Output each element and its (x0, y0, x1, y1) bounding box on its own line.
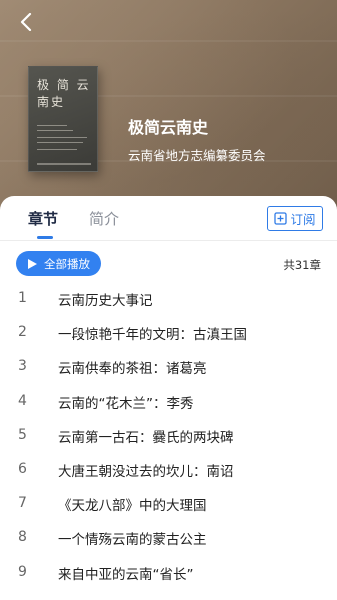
chapter-title: 来自中亚的云南“省长” (58, 566, 194, 583)
chapter-title: 云南供奉的茶祖：诸葛亮 (58, 361, 207, 378)
chevron-left-icon (20, 13, 32, 31)
chapter-count: 共31章 (283, 258, 321, 272)
chapter-item[interactable]: 3 云南供奉的茶祖：诸葛亮 (0, 350, 337, 384)
chapter-title: 云南的“花木兰”：李秀 (58, 395, 194, 412)
cover-text-line (37, 125, 67, 126)
chapter-title: 一个情殇云南的蒙古公主 (58, 532, 207, 549)
chapter-item[interactable]: 4 云南的“花木兰”：李秀 (0, 385, 337, 419)
chapter-number: 7 (18, 495, 27, 512)
active-tab-indicator (37, 236, 53, 239)
cover-publisher-line (37, 163, 91, 165)
chapter-item[interactable]: 5 云南第一古石：爨氏的两块碑 (0, 419, 337, 453)
cover-title: 极 简 云南史 (37, 78, 91, 109)
cover-text-line (37, 137, 87, 138)
play-all-label: 全部播放 (44, 256, 90, 271)
subscribe-label: 订阅 (290, 212, 316, 227)
chapter-number: 2 (18, 324, 27, 341)
tab-chapters[interactable]: 章节 (28, 208, 58, 229)
chapter-item[interactable]: 9 来自中亚的云南“省长” (0, 556, 337, 590)
chapter-title: 一段惊艳千年的文明：古滇王国 (58, 327, 247, 344)
chapter-item[interactable]: 1 云南历史大事记 (0, 282, 337, 316)
tab-intro[interactable]: 简介 (89, 208, 119, 229)
chapter-title: 云南第一古石：爨氏的两块碑 (58, 429, 234, 446)
chapter-number: 4 (18, 392, 27, 409)
chapter-title: 《天龙八部》中的大理国 (58, 498, 207, 515)
chapter-item[interactable]: 2 一段惊艳千年的文明：古滇王国 (0, 316, 337, 350)
book-author: 云南省地方志编纂委员会 (128, 148, 266, 163)
back-button[interactable] (12, 8, 40, 36)
book-title: 极简云南史 (128, 118, 209, 137)
tab-divider (0, 240, 337, 241)
chapter-item[interactable]: 6 大唐王朝没过去的坎儿：南诏 (0, 453, 337, 487)
chapter-item[interactable]: 8 一个情殇云南的蒙古公主 (0, 521, 337, 555)
subscribe-button[interactable]: 订阅 (267, 206, 323, 231)
chapter-number: 8 (18, 529, 27, 546)
chapter-number: 9 (18, 563, 27, 580)
play-all-button[interactable]: 全部播放 (16, 251, 101, 276)
add-square-icon (274, 212, 288, 225)
book-cover: 极 简 云南史 (28, 66, 98, 172)
cover-text-line (37, 130, 73, 131)
background-texture (0, 40, 337, 42)
play-icon (28, 258, 37, 269)
chapter-title: 大唐王朝没过去的坎儿：南诏 (58, 464, 234, 480)
chapter-number: 5 (18, 426, 27, 443)
cover-text-line (37, 149, 77, 150)
chapter-title: 云南历史大事记 (58, 293, 153, 309)
chapter-item[interactable]: 7 《天龙八部》中的大理国 (0, 487, 337, 521)
cover-text-line (37, 142, 83, 143)
chapter-number: 1 (18, 290, 27, 306)
chapter-number: 6 (18, 461, 27, 477)
chapter-number: 3 (18, 358, 27, 375)
